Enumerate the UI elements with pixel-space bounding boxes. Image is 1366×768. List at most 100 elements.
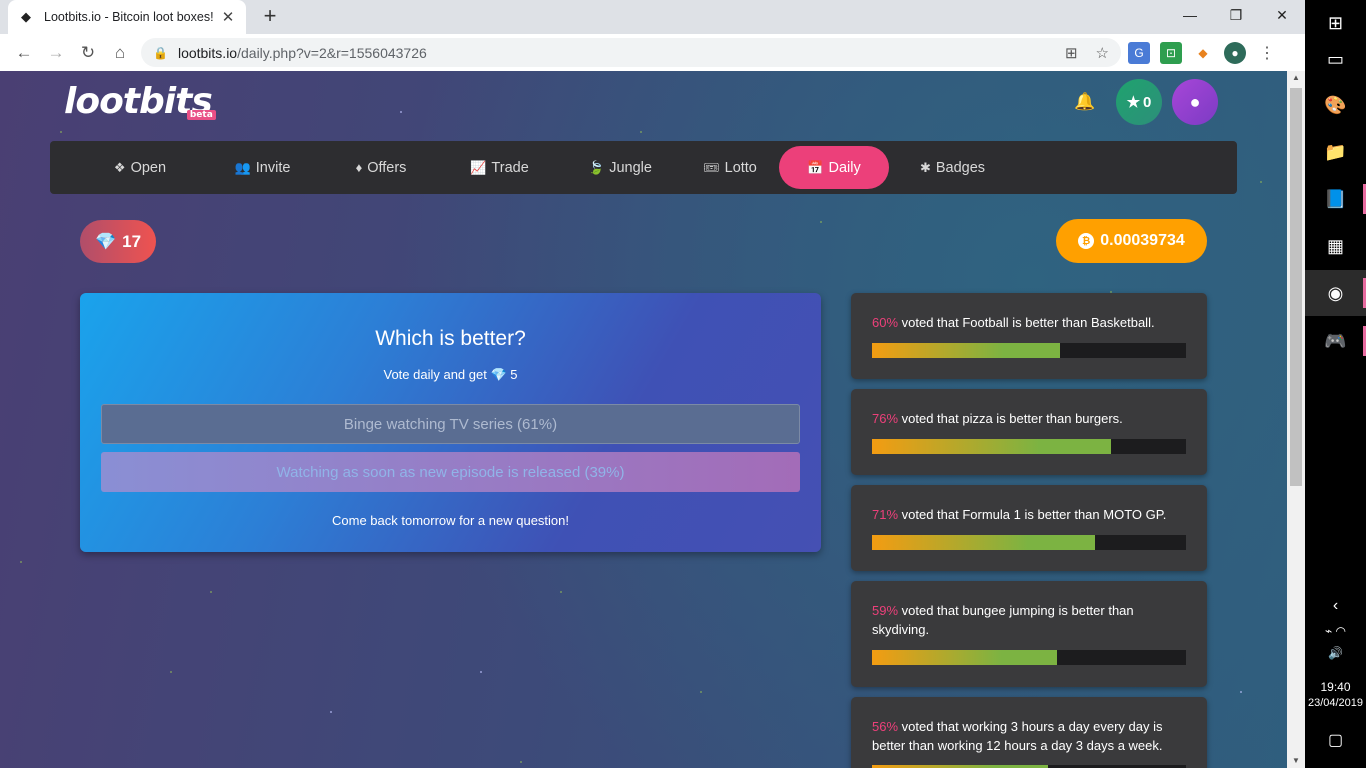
star-dot <box>330 711 332 713</box>
paint-app-icon[interactable]: 🎨 <box>1305 82 1366 128</box>
tab-title: Lootbits.io - Bitcoin loot boxes! <box>44 10 214 24</box>
user-icon: ● <box>1189 91 1201 112</box>
star-dot <box>520 761 522 763</box>
badge-icon: ✱ <box>919 159 931 175</box>
question-subtitle: Vote daily and get 💎 5 <box>383 367 518 382</box>
result-bar <box>872 650 1186 665</box>
star-dot <box>560 591 562 593</box>
ticket-icon: 🎟 <box>703 159 720 175</box>
star-dot <box>1260 181 1262 183</box>
volume-icon[interactable]: 🔊 <box>1305 646 1366 660</box>
result-card: 56% voted that working 3 hours a day eve… <box>851 697 1207 768</box>
nav-daily[interactable]: 📅 Daily <box>779 146 889 189</box>
chart-line-icon: 📈 <box>470 159 487 175</box>
profile-avatar-icon[interactable]: ● <box>1224 42 1246 64</box>
result-text: 60% voted that Football is better than B… <box>872 315 1155 330</box>
translate-icon[interactable]: ⊞ <box>1065 44 1078 62</box>
url-text: lootbits.io/daily.php?v=2&r=1556043726 <box>177 44 427 61</box>
chrome-taskbar-icon[interactable]: ◉ <box>1305 270 1366 316</box>
translate-extension-icon[interactable]: G <box>1128 42 1150 64</box>
nav-open[interactable]: ❖ Open <box>80 146 200 189</box>
result-bar <box>872 535 1186 550</box>
dropbox-icon: ❖ <box>113 159 126 175</box>
maximize-button[interactable]: ❐ <box>1213 0 1259 30</box>
show-hidden-icons-chevron-icon[interactable]: ‹ <box>1305 583 1366 629</box>
nav-trade[interactable]: 📈 Trade <box>437 146 562 189</box>
stars-count: 0 <box>1143 93 1152 111</box>
lock-icon: 🔒 <box>153 45 168 60</box>
scroll-up-arrow[interactable]: ▲ <box>1287 71 1305 85</box>
close-window-button[interactable]: ✕ <box>1259 0 1305 30</box>
calendar-icon: 📅 <box>807 159 824 175</box>
question-footer: Come back tomorrow for a new question! <box>332 513 569 528</box>
star-dot <box>820 221 822 223</box>
site-logo[interactable]: lootbits beta <box>64 81 216 122</box>
result-bar-fill <box>872 650 1058 665</box>
scrollbar-thumb[interactable] <box>1290 88 1302 486</box>
minimize-button[interactable]: — <box>1167 0 1213 30</box>
result-bar <box>872 343 1186 358</box>
notes-app-icon[interactable]: 📘 <box>1305 176 1366 222</box>
nav-offers[interactable]: ♦ Offers <box>325 146 437 189</box>
tab-strip: ◆ Lootbits.io - Bitcoin loot boxes! ✕ + … <box>0 0 1305 34</box>
discord-icon[interactable]: 🎮 <box>1305 318 1366 364</box>
reload-button[interactable]: ↻ <box>72 37 104 69</box>
result-bar-fill <box>872 535 1095 550</box>
main-nav: ❖ Open 👥 Invite ♦ Offers 📈 Trade 🍃 Jungle 🎟 Lo… <box>50 141 1237 194</box>
page-scrollbar[interactable]: ▲ ▼ <box>1287 71 1305 768</box>
star-icon: ★ <box>1126 94 1141 111</box>
diamond-icon: 💎 <box>94 231 117 251</box>
reward-amount: 5 <box>510 367 518 382</box>
result-card: 60% voted that Football is better than B… <box>851 293 1207 379</box>
lock-extension-icon[interactable]: ⊡ <box>1160 42 1182 64</box>
browser-chrome: ◆ Lootbits.io - Bitcoin loot boxes! ✕ + … <box>0 0 1305 71</box>
result-card: 76% voted that pizza is better than burg… <box>851 389 1207 475</box>
nav-invite[interactable]: 👥 Invite <box>200 146 325 189</box>
forward-button[interactable]: → <box>40 37 72 69</box>
windows-taskbar: ⊞ ▭ 🎨 📁 📘 ▦ ◉ 🎮 ‹ ⌁ ◠ 🔊 19:40 23/04/2019… <box>1305 0 1366 768</box>
option-1-button[interactable]: Binge watching TV series (61%) <box>101 404 800 444</box>
nav-jungle[interactable]: 🍃 Jungle <box>562 146 678 189</box>
stars-button[interactable]: ★ 0 <box>1116 79 1162 125</box>
scroll-down-arrow[interactable]: ▼ <box>1287 754 1305 768</box>
address-bar[interactable]: 🔒 lootbits.io/daily.php?v=2&r=1556043726… <box>141 38 1121 67</box>
gems-count: 17 <box>122 231 142 251</box>
file-explorer-icon[interactable]: 📁 <box>1305 129 1366 175</box>
metamask-extension-icon[interactable]: ◆ <box>1192 42 1214 64</box>
result-text: 56% voted that working 3 hours a day eve… <box>872 719 1163 753</box>
option-2-button[interactable]: Watching as soon as new episode is relea… <box>101 452 800 492</box>
notification-bell-icon[interactable]: 🔔 <box>1074 91 1096 113</box>
star-dot <box>170 671 172 673</box>
extensions-area: G ⊡ ◆ ● ⋮ <box>1128 39 1278 67</box>
result-bar <box>872 439 1186 454</box>
home-button[interactable]: ⌂ <box>104 37 136 69</box>
close-tab-icon[interactable]: ✕ <box>220 8 236 26</box>
star-dot <box>400 111 402 113</box>
network-status-icons[interactable]: ⌁ ◠ <box>1305 624 1366 638</box>
result-card: 71% voted that Formula 1 is better than … <box>851 485 1207 571</box>
daily-question-card: Which is better? Vote daily and get 💎 5 … <box>80 293 821 552</box>
menu-dots-icon[interactable]: ⋮ <box>1256 42 1278 64</box>
clock-time[interactable]: 19:40 <box>1305 680 1366 694</box>
star-dot <box>210 591 212 593</box>
nav-badges[interactable]: ✱ Badges <box>905 146 1000 189</box>
bookmark-star-icon[interactable]: ☆ <box>1096 44 1109 62</box>
new-tab-button[interactable]: + <box>258 5 282 29</box>
calculator-icon[interactable]: ▦ <box>1305 223 1366 269</box>
question-title: Which is better? <box>375 327 526 350</box>
result-text: 76% voted that pizza is better than burg… <box>872 411 1123 426</box>
back-button[interactable]: ← <box>8 37 40 69</box>
user-profile-button[interactable]: ● <box>1172 79 1218 125</box>
nav-lotto[interactable]: 🎟 Lotto <box>678 146 782 189</box>
star-dot <box>480 671 482 673</box>
browser-tab[interactable]: ◆ Lootbits.io - Bitcoin loot boxes! ✕ <box>8 0 246 34</box>
clock-date[interactable]: 23/04/2019 <box>1305 697 1366 709</box>
action-center-icon[interactable]: ▢ <box>1305 730 1366 750</box>
star-dot <box>640 131 642 133</box>
page-content: lootbits beta 🔔 ★ 0 ● ❖ Open 👥 Invite ♦ Offe… <box>0 71 1287 768</box>
task-view-icon[interactable]: ▭ <box>1305 36 1366 82</box>
window-controls: — ❐ ✕ <box>1167 0 1305 30</box>
gems-balance[interactable]: 💎 17 <box>80 220 156 263</box>
leaf-icon: 🍃 <box>588 159 605 175</box>
btc-balance[interactable]: ₿ 0.00039734 <box>1056 219 1207 263</box>
